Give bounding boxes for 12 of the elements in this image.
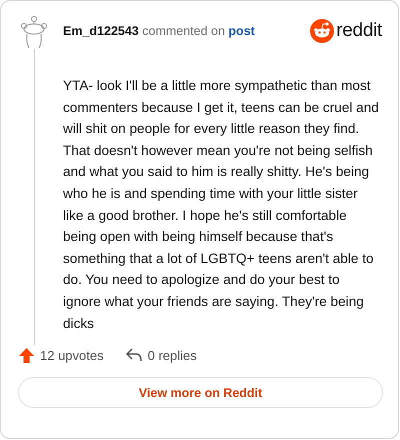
- upvote-count: 12 upvotes: [40, 348, 104, 362]
- avatar-icon: [21, 15, 47, 49]
- byline-text: commented on: [142, 24, 225, 38]
- view-more-button[interactable]: View more on Reddit: [18, 377, 383, 408]
- post-link[interactable]: post: [228, 24, 255, 38]
- comment-text: YTA- look I'll be a little more sympathetic than most commenters because I get it, teens can be cruel and will shit on people for every little reason they find. That doesn't however mean you're not being selfish and what you said to him is really shitty. He's being who he is and spending time with your little sister like a good brother. I hope he's still comfortable being open with being himself because that's something that a lot of LGBTQ+ teens aren't able to do. You need to apologize and do your best to ignore what your friends are saying. They're being dicks: [63, 77, 380, 333]
- upvote-arrow-icon: [19, 348, 34, 362]
- reply-arrow-icon: [126, 348, 142, 362]
- alien-logo-icon: [310, 19, 334, 43]
- brand-name: reddit: [336, 20, 382, 42]
- reply-count: 0 replies: [148, 348, 197, 362]
- username[interactable]: Em_d122543: [63, 24, 139, 38]
